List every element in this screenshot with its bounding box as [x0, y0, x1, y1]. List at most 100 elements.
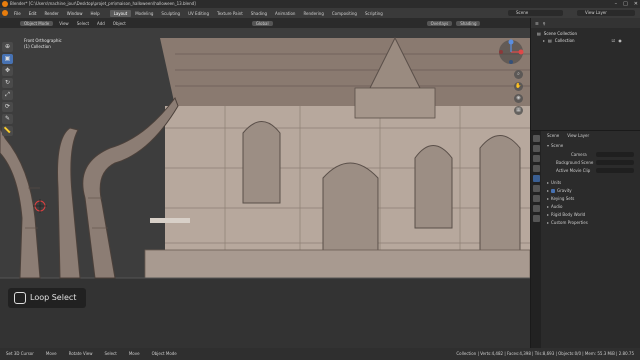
menu-file[interactable]: File: [10, 11, 25, 16]
audio-section[interactable]: ▸ Audio: [547, 204, 562, 210]
maximize-button[interactable]: □: [623, 0, 628, 8]
orientation-dropdown[interactable]: Global: [251, 20, 273, 26]
status-stats: Collection | Verts:4,482 | Faces:4,398 |…: [456, 351, 634, 356]
camera-view-icon[interactable]: ◉: [514, 94, 523, 103]
blender-logo-icon: [2, 1, 8, 7]
background-scene-row: Background Scene: [556, 160, 593, 166]
camera-field[interactable]: [596, 152, 634, 157]
menu-object[interactable]: Object: [109, 21, 130, 26]
tab-modeling[interactable]: Modeling: [131, 10, 157, 17]
camera-label: Camera: [571, 152, 587, 157]
tab-layout[interactable]: Layout: [109, 9, 132, 17]
outliner-filter-icon[interactable]: ⚲: [543, 21, 546, 26]
collection-icon: ▤: [537, 31, 541, 36]
collection-icon: ▤: [548, 38, 552, 43]
tab-shading[interactable]: Shading: [247, 10, 271, 17]
menu-render[interactable]: Render: [40, 11, 62, 16]
output-tab-icon[interactable]: [532, 155, 540, 162]
window-controls: – □ ✕: [615, 0, 638, 8]
tab-scripting[interactable]: Scripting: [361, 10, 387, 17]
world-tab-icon[interactable]: [532, 185, 540, 192]
active-movie-clip-label: Active Movie Clip: [556, 168, 591, 173]
shading-dropdown[interactable]: Shading: [456, 20, 481, 26]
last-operator-label: Loop Select: [30, 293, 77, 302]
scene-selector[interactable]: Scene: [508, 10, 563, 16]
viewport-info: Front Orthographic (1) Collection: [24, 38, 62, 50]
annotate-tool-icon[interactable]: ✎: [2, 114, 13, 124]
zoom-icon[interactable]: ⌕: [514, 70, 523, 79]
props-tab-view-layer[interactable]: View Layer: [567, 131, 589, 140]
outliner-scene-collection[interactable]: ▤ Scene Collection: [537, 31, 577, 37]
active-movie-clip-row: Active Movie Clip: [556, 168, 590, 174]
view-layer-tab-icon[interactable]: [532, 165, 540, 172]
outliner-header: ☰ ⚲: [531, 18, 640, 28]
gravity-checkbox[interactable]: [551, 189, 556, 193]
material-tab-icon[interactable]: [532, 215, 540, 222]
loop-select-icon: [14, 292, 26, 304]
3d-viewport[interactable]: Object Mode View Select Add Object Globa…: [0, 18, 530, 348]
custom-properties-section[interactable]: ▸ Custom Properties: [547, 220, 588, 226]
rigid-body-world-section[interactable]: ▸ Rigid Body World: [547, 212, 585, 218]
perspective-toggle-icon[interactable]: ▦: [514, 106, 523, 115]
object-tab-icon[interactable]: [532, 195, 540, 202]
navigation-gizmo-icon[interactable]: [497, 38, 525, 66]
modifier-tab-icon[interactable]: [532, 205, 540, 212]
tab-rendering[interactable]: Rendering: [299, 10, 327, 17]
outliner-panel: ☰ ⚲ ▤ Scene Collection ▸ ▤ Collection ☑ …: [530, 18, 640, 130]
tab-animation[interactable]: Animation: [271, 10, 299, 17]
rotate-tool-icon[interactable]: ↻: [2, 78, 13, 88]
measure-tool-icon[interactable]: 📏: [2, 126, 13, 136]
camera-row: Camera: [571, 152, 587, 158]
scene-tab-icon[interactable]: [532, 175, 540, 182]
view-layer-name: View Layer: [585, 10, 607, 15]
last-operator-panel[interactable]: Loop Select: [8, 288, 86, 308]
background-scene-field[interactable]: [596, 160, 634, 165]
roof-mesh: [160, 38, 530, 106]
cursor-tool-icon[interactable]: ⊕: [2, 42, 13, 52]
pan-icon[interactable]: ✋: [514, 82, 523, 91]
tab-uv-editing[interactable]: UV Editing: [184, 10, 213, 17]
menu-window[interactable]: Window: [63, 11, 87, 16]
tab-sculpting[interactable]: Sculpting: [157, 10, 184, 17]
navigation-buttons: ⌕ ✋ ◉ ▦: [514, 70, 523, 115]
tool-tab-icon[interactable]: [532, 135, 540, 142]
tab-compositing[interactable]: Compositing: [328, 10, 361, 17]
close-button[interactable]: ✕: [634, 0, 638, 8]
mode-dropdown[interactable]: Object Mode: [20, 20, 54, 26]
render-tab-icon[interactable]: [532, 145, 540, 152]
menu-help[interactable]: Help: [86, 11, 103, 16]
gravity-section-header[interactable]: ▸ Gravity: [547, 188, 572, 194]
outliner-type-icon[interactable]: ☰: [535, 21, 539, 26]
select-tool-icon[interactable]: ▣: [2, 54, 13, 64]
outliner-item-collection[interactable]: ▸ ▤ Collection ☑ ◉: [543, 38, 622, 44]
scene-section-header[interactable]: ▾ Scene: [547, 143, 563, 149]
menu-edit[interactable]: Edit: [25, 11, 41, 16]
overlays-dropdown[interactable]: Overlays: [426, 20, 453, 26]
active-movie-clip-field[interactable]: [596, 168, 634, 173]
menu-view[interactable]: View: [55, 21, 73, 26]
status-hint-cursor: Set 3D Cursor: [6, 351, 34, 356]
move-tool-icon[interactable]: ✥: [2, 66, 13, 76]
status-hint-select: Select: [104, 351, 117, 356]
viewport-header: Object Mode View Select Add Object Globa…: [0, 18, 530, 28]
minimize-button[interactable]: –: [615, 0, 618, 8]
status-hint-rotate: Rotate View: [68, 351, 93, 356]
visibility-icon[interactable]: ◉: [618, 38, 622, 44]
props-tab-scene[interactable]: Scene: [547, 131, 559, 140]
units-section-header[interactable]: ▸ Units: [547, 180, 561, 186]
menu-add[interactable]: Add: [93, 21, 109, 26]
view-layer-selector[interactable]: View Layer: [577, 10, 635, 16]
tab-texture-paint[interactable]: Texture Paint: [213, 10, 247, 17]
keying-sets-section[interactable]: ▸ Keying Sets: [547, 196, 574, 202]
checkbox-icon[interactable]: ☑: [612, 38, 616, 44]
status-hint-move: Move: [45, 351, 57, 356]
expand-arrow-icon[interactable]: ▸: [543, 38, 545, 44]
properties-tabs: [531, 131, 541, 349]
transform-tool-icon[interactable]: ⟳: [2, 102, 13, 112]
background-scene-label: Background Scene: [556, 160, 594, 165]
menu-select[interactable]: Select: [73, 21, 93, 26]
tool-shelf: ⊕ ▣ ✥ ↻ ⤢ ⟳ ✎ 📏: [2, 42, 14, 162]
status-mode: Object Mode: [151, 351, 177, 356]
scale-tool-icon[interactable]: ⤢: [2, 90, 13, 100]
blender-menu-icon[interactable]: [2, 10, 8, 16]
